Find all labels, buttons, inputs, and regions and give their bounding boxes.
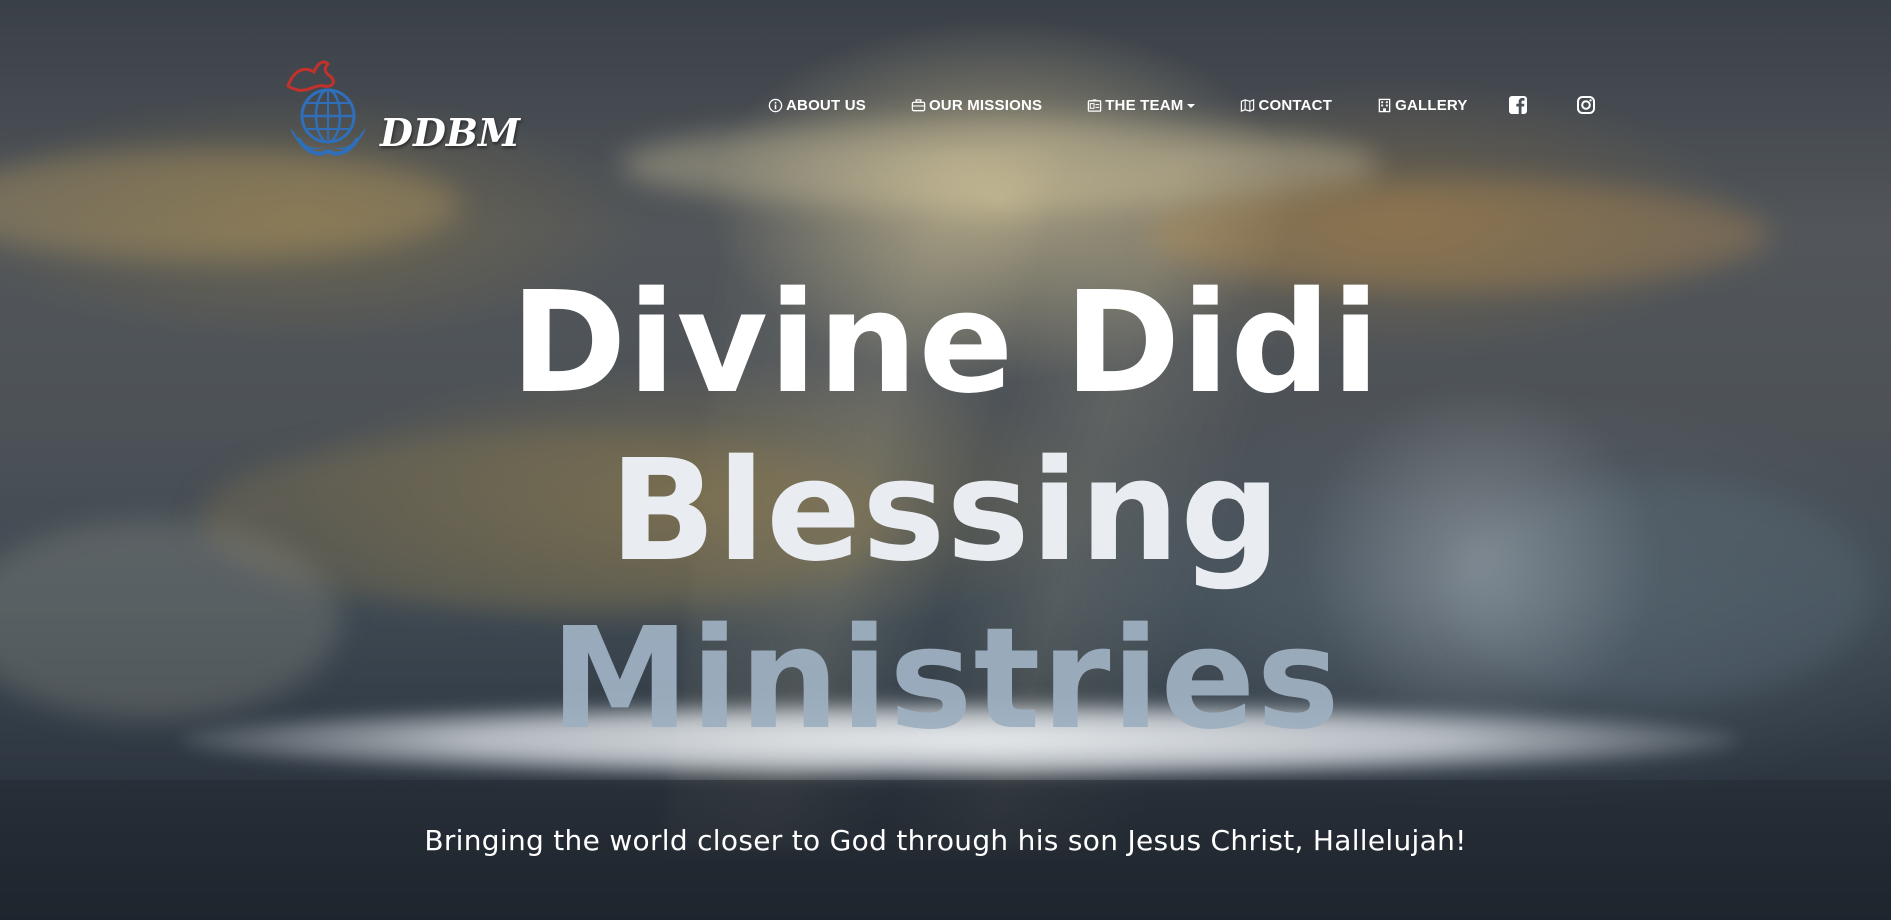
nav-about-us-label: ABOUT US <box>786 96 866 114</box>
nav-about-us[interactable]: ABOUT US <box>768 97 866 114</box>
nav-the-team[interactable]: THE TEAM <box>1087 96 1196 114</box>
hero-title-line-2: Blessing <box>609 430 1282 593</box>
map-icon <box>1240 98 1255 113</box>
globe-logo-icon <box>286 60 366 156</box>
facebook-link[interactable] <box>1508 95 1528 115</box>
ddbm-logo[interactable]: DDBM <box>284 58 520 158</box>
facebook-icon <box>1508 96 1527 114</box>
cloud-bank <box>0 150 460 260</box>
logo-text: DDBM <box>380 110 521 155</box>
nav-gallery[interactable]: GALLERY <box>1377 97 1468 114</box>
nav-our-missions[interactable]: OUR MISSIONS <box>911 97 1042 114</box>
hero-title-line-3: Ministries <box>550 598 1341 761</box>
chevron-down-icon <box>1187 103 1196 108</box>
main-nav: ABOUT US OUR MISSIONS THE TEAM CONTACT G… <box>768 92 1596 118</box>
briefcase-icon <box>911 98 926 113</box>
info-circle-icon <box>768 98 783 113</box>
instagram-link[interactable] <box>1576 95 1596 115</box>
hero-title-line-1: Divine Didi <box>510 262 1381 425</box>
id-card-icon <box>1087 98 1102 113</box>
nav-the-team-label: THE TEAM <box>1105 96 1184 114</box>
instagram-icon <box>1576 96 1595 114</box>
building-icon <box>1377 98 1392 113</box>
hero-tagline: Bringing the world closer to God through… <box>424 824 1467 857</box>
nav-gallery-label: GALLERY <box>1395 96 1468 114</box>
nav-our-missions-label: OUR MISSIONS <box>928 96 1043 114</box>
nav-contact[interactable]: CONTACT <box>1240 97 1332 114</box>
hero-title: Divine Didi Blessing Ministries <box>0 260 1891 764</box>
hero-section: DDBM ABOUT US OUR MISSIONS THE TEAM CONT… <box>0 0 1891 920</box>
nav-contact-label: CONTACT <box>1258 96 1333 114</box>
